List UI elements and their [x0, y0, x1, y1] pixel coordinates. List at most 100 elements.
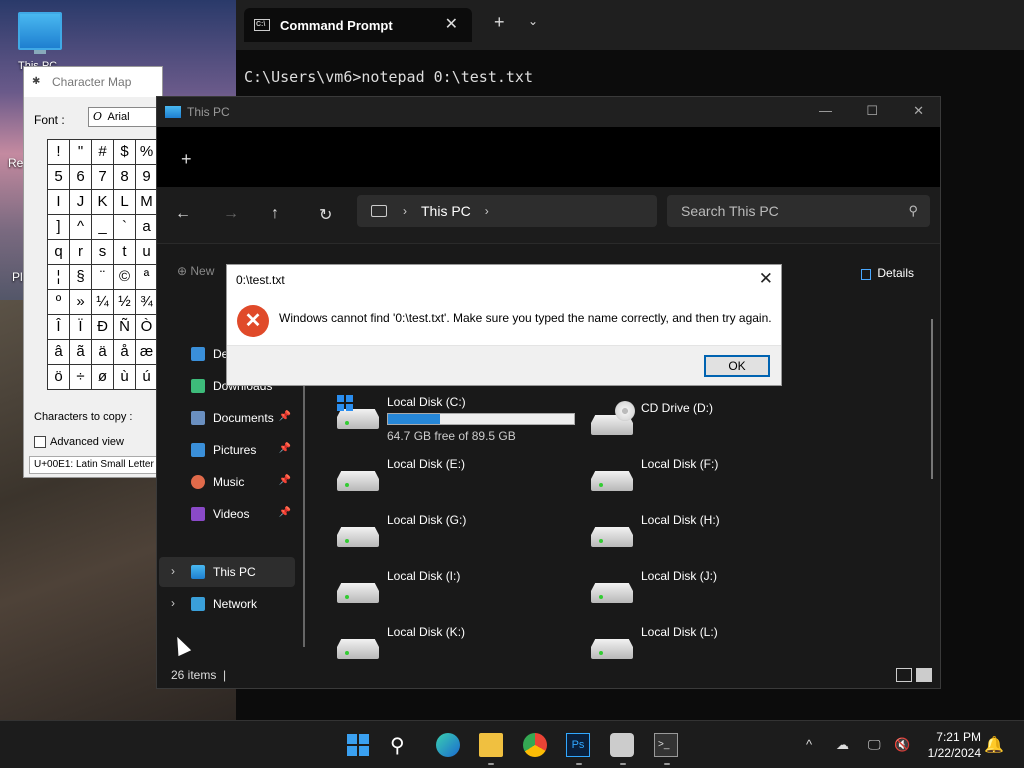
character-cell[interactable]: 9 [136, 165, 158, 190]
chrome-icon[interactable] [523, 733, 547, 757]
search-input[interactable]: Search This PC ⚲ [667, 195, 930, 227]
desktop-icon-label-fragment[interactable]: Re [8, 156, 23, 170]
tab-command-prompt[interactable]: C:\ Command Prompt ✕ [244, 8, 472, 42]
clock[interactable]: 7:21 PM 1/22/2024 [928, 729, 981, 761]
this-pc-desktop-icon[interactable] [18, 12, 62, 50]
advanced-view-checkbox[interactable]: Advanced view [34, 436, 124, 448]
character-cell[interactable]: ã [70, 340, 92, 365]
breadcrumb-this-pc[interactable]: This PC [421, 203, 471, 219]
character-map-icon[interactable] [610, 733, 634, 757]
close-tab-icon[interactable]: ✕ [445, 14, 458, 34]
drive-j[interactable]: Local Disk (J:) [591, 569, 831, 619]
ok-button[interactable]: OK [704, 355, 770, 377]
character-cell[interactable]: % [136, 140, 158, 165]
character-cell[interactable]: º [48, 290, 70, 315]
sidebar-item-this-pc[interactable]: › This PC [159, 557, 295, 587]
back-icon[interactable]: ← [175, 205, 191, 223]
desktop-icon-label-fragment-2[interactable]: Pl [12, 270, 23, 284]
details-view-icon[interactable] [896, 668, 912, 682]
character-cell[interactable]: Ñ [114, 315, 136, 340]
maximize-icon[interactable]: ☐ [866, 103, 878, 119]
character-cell[interactable]: æ [136, 340, 158, 365]
drive-g[interactable]: Local Disk (G:) [337, 513, 577, 563]
character-cell[interactable]: ¨ [92, 265, 114, 290]
character-cell[interactable]: Ò [136, 315, 158, 340]
character-cell[interactable]: t [114, 240, 136, 265]
character-cell[interactable]: 5 [48, 165, 70, 190]
start-icon[interactable] [346, 733, 370, 757]
network-icon[interactable]: 🖵 [868, 737, 881, 753]
sidebar-item-network[interactable]: › Network [159, 589, 295, 619]
character-cell[interactable]: » [70, 290, 92, 315]
character-cell[interactable]: © [114, 265, 136, 290]
close-icon[interactable]: ✕ [759, 269, 773, 289]
pin-icon[interactable]: 📌 [279, 443, 291, 454]
file-explorer-icon[interactable] [479, 733, 503, 757]
terminal-icon[interactable]: >_ [654, 733, 678, 757]
pin-icon[interactable]: 📌 [279, 475, 291, 486]
sidebar-item-music[interactable]: Music 📌 [159, 467, 295, 497]
refresh-icon[interactable]: ↻ [319, 205, 332, 225]
bell-icon[interactable]: 🔔 [984, 735, 1004, 755]
character-cell[interactable]: L [114, 190, 136, 215]
photoshop-icon[interactable]: Ps [566, 733, 590, 757]
chevron-right-icon[interactable]: › [171, 564, 175, 578]
drive-i[interactable]: Local Disk (I:) [337, 569, 577, 619]
character-cell[interactable]: 7 [92, 165, 114, 190]
drive-f[interactable]: Local Disk (F:) [591, 457, 831, 507]
search-icon[interactable]: ⚲ [390, 733, 414, 757]
up-icon[interactable]: ↑ [271, 205, 279, 223]
character-cell[interactable]: ú [136, 365, 158, 390]
character-cell[interactable]: u [136, 240, 158, 265]
character-cell[interactable]: _ [92, 215, 114, 240]
forward-icon[interactable]: → [223, 205, 239, 223]
character-cell[interactable]: 8 [114, 165, 136, 190]
content-scrollbar[interactable] [931, 319, 933, 479]
character-cell[interactable]: 6 [70, 165, 92, 190]
character-cell[interactable]: Î [48, 315, 70, 340]
character-cell[interactable]: ¦ [48, 265, 70, 290]
drive-h[interactable]: Local Disk (H:) [591, 513, 831, 563]
character-cell[interactable]: ] [48, 215, 70, 240]
character-cell[interactable]: ¼ [92, 290, 114, 315]
character-cell[interactable]: â [48, 340, 70, 365]
character-map-window[interactable]: ✱ Character Map Font : O Arial ! " # $% 5 6 7 8… [23, 66, 168, 478]
character-cell[interactable]: a [136, 215, 158, 240]
character-cell[interactable]: K [92, 190, 114, 215]
character-cell[interactable]: ù [114, 365, 136, 390]
character-cell[interactable]: å [114, 340, 136, 365]
chevron-down-icon[interactable]: ⌄ [528, 14, 538, 28]
character-grid[interactable]: ! " # $% 5 6 7 8 9 I J K L M] ^ _ ` a q r s t u ¦ § ¨ © ª º» ¼ ½ ¾ Î Ï Ð Ñ Ò… [47, 139, 158, 390]
details-button[interactable]: Details [861, 266, 914, 280]
character-cell[interactable]: ¾ [136, 290, 158, 315]
drive-e[interactable]: Local Disk (E:) [337, 457, 577, 507]
sidebar-item-documents[interactable]: Documents 📌 [159, 403, 295, 433]
address-bar[interactable]: › This PC › [357, 195, 657, 227]
character-cell[interactable]: ø [92, 365, 114, 390]
drive-c[interactable]: Local Disk (C:) 64.7 GB free of 89.5 GB [337, 395, 577, 445]
character-cell[interactable]: ! [48, 140, 70, 165]
chevron-right-icon-2[interactable]: › [485, 204, 489, 218]
drive-d[interactable]: CD Drive (D:) [591, 401, 831, 451]
character-cell[interactable]: ` [114, 215, 136, 240]
character-cell[interactable]: r [70, 240, 92, 265]
character-cell[interactable]: ö [48, 365, 70, 390]
new-tab-icon[interactable]: + [494, 12, 505, 33]
onedrive-icon[interactable]: ☁ [836, 737, 849, 753]
checkbox-box[interactable] [34, 436, 46, 448]
character-cell[interactable]: Ð [92, 315, 114, 340]
volume-icon[interactable]: 🔇 [894, 737, 910, 753]
character-cell[interactable]: M [136, 190, 158, 215]
character-cell[interactable]: ÷ [70, 365, 92, 390]
character-cell[interactable]: ^ [70, 215, 92, 240]
character-cell[interactable]: $ [114, 140, 136, 165]
character-cell[interactable]: Ï [70, 315, 92, 340]
chevron-right-icon[interactable]: › [171, 596, 175, 610]
character-cell[interactable]: ª [136, 265, 158, 290]
pin-icon[interactable]: 📌 [279, 507, 291, 518]
chevron-up-icon[interactable]: ^ [806, 737, 812, 752]
character-cell[interactable]: # [92, 140, 114, 165]
new-tab-icon[interactable]: + [181, 149, 192, 170]
sidebar-item-pictures[interactable]: Pictures 📌 [159, 435, 295, 465]
character-cell[interactable]: § [70, 265, 92, 290]
